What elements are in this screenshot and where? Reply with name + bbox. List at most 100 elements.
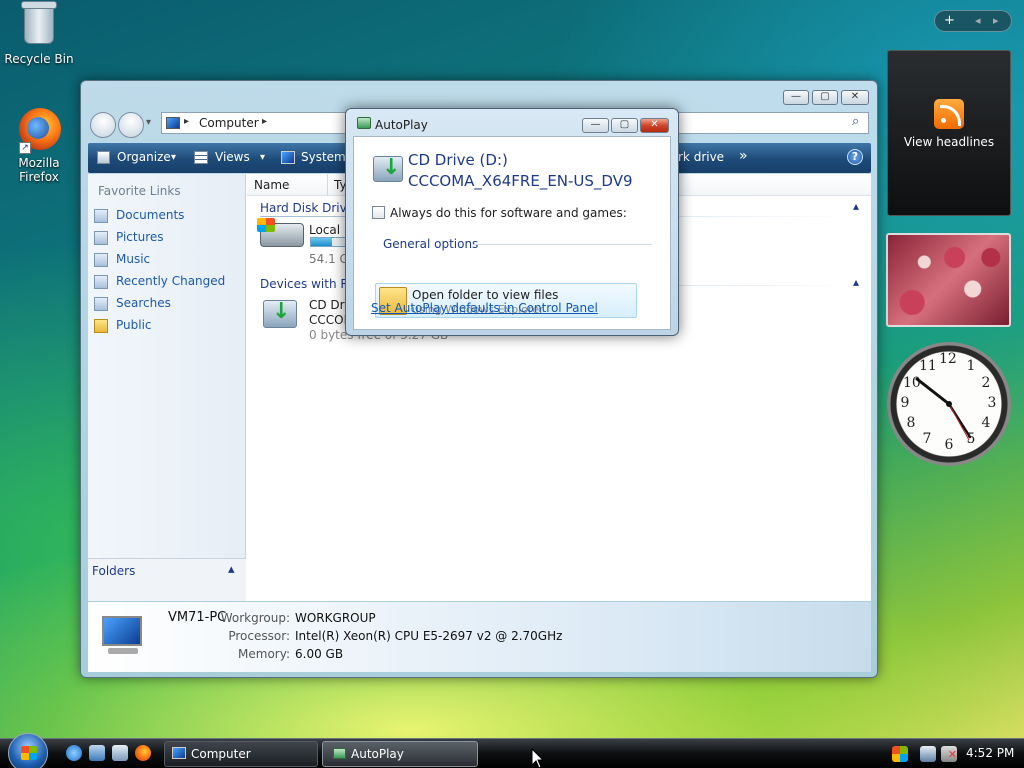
autoplay-icon: [333, 748, 346, 759]
music-icon: [94, 252, 108, 267]
nav-item-label: Recently Changed: [116, 274, 226, 288]
clock[interactable]: 4:52 PM: [966, 746, 1014, 760]
autoplay-dialog: AutoPlay — ▢ ✕ CD Drive (D:) CCCOMA_X64F…: [345, 108, 679, 336]
nav-item-pictures[interactable]: Pictures: [94, 230, 164, 245]
computer-icon: [166, 117, 180, 129]
views-dropdown-icon: ▾: [260, 152, 266, 163]
nav-item-documents[interactable]: Documents: [94, 208, 184, 223]
firefox-taskbar-icon[interactable]: [135, 745, 151, 761]
details-pane: VM71-PC Workgroup: WORKGROUP Processor: …: [88, 602, 871, 672]
autoplay-minimize-button[interactable]: —: [582, 118, 609, 133]
map-network-drive-button[interactable]: rk drive: [678, 150, 724, 164]
processor-label: Processor:: [228, 629, 290, 643]
autoplay-drive-name: CD Drive (D:): [408, 151, 508, 169]
network-icon[interactable]: [920, 746, 936, 762]
memory-value: 6.00 GB: [295, 647, 344, 661]
column-header-name[interactable]: Name: [254, 178, 289, 192]
taskbar: Computer AutoPlay ✕ 4:52 PM: [0, 733, 1024, 768]
cd-drive-icon[interactable]: [263, 299, 297, 328]
hard-disk-collapse-icon[interactable]: ▴: [853, 199, 859, 213]
back-button[interactable]: [90, 112, 116, 138]
explorer-maximize-button[interactable]: ▢: [812, 90, 838, 105]
firefox-label-line1: Mozilla: [18, 156, 60, 170]
folders-bar[interactable]: Folders ▴: [88, 558, 246, 601]
address-separator-2[interactable]: ▸: [262, 116, 267, 127]
sidebar-add-button[interactable]: +: [944, 13, 955, 28]
nav-item-public[interactable]: Public: [94, 318, 152, 333]
desktop-icon-recycle-bin[interactable]: Recycle Bin: [4, 1, 74, 66]
nav-item-label: Searches: [116, 296, 171, 310]
show-desktop-icon[interactable]: [89, 745, 105, 761]
sidebar-next-button[interactable]: ▸: [993, 14, 999, 27]
desktop-icon-firefox[interactable]: ↗ Mozilla Firefox: [4, 108, 74, 184]
documents-icon: [94, 208, 108, 223]
local-disk-icon[interactable]: [257, 218, 304, 247]
favorite-links-title: Favorite Links: [98, 184, 181, 198]
general-options-heading: General options: [383, 237, 479, 251]
taskbar-item-autoplay[interactable]: AutoPlay: [322, 741, 478, 767]
taskbar-item-computer[interactable]: Computer: [164, 741, 318, 767]
explorer-close-button[interactable]: ✕: [841, 90, 869, 105]
shortcut-arrow-icon: ↗: [19, 142, 31, 154]
sidebar-prev-button[interactable]: ◂: [975, 14, 981, 27]
always-do-this-label[interactable]: Always do this for software and games:: [390, 206, 627, 220]
autoplay-maximize-button[interactable]: ▢: [611, 118, 638, 133]
security-center-icon[interactable]: [892, 746, 908, 762]
explorer-minimize-button[interactable]: —: [783, 90, 809, 105]
nav-item-label: Public: [116, 318, 152, 332]
address-separator-1[interactable]: ▸: [184, 116, 189, 127]
sidebar-controls: + ◂ ▸: [934, 10, 1012, 32]
navigation-pane: Favorite Links Documents Pictures Music …: [88, 174, 246, 601]
more-commands-button[interactable]: »: [739, 148, 748, 164]
firefox-icon: ↗: [19, 108, 61, 154]
switch-windows-icon[interactable]: [112, 745, 128, 761]
recycle-bin-label: Recycle Bin: [4, 52, 74, 66]
recycle-bin-icon: [19, 1, 59, 48]
clock-hands: [915, 377, 972, 441]
nav-item-searches[interactable]: Searches: [94, 296, 171, 311]
folders-label: Folders: [92, 564, 136, 578]
mouse-cursor-icon: [531, 748, 545, 768]
section-divider: [474, 244, 652, 245]
internet-explorer-icon[interactable]: [66, 745, 82, 761]
removable-collapse-icon[interactable]: ▴: [853, 275, 859, 289]
rss-feed-icon: [934, 99, 964, 129]
feed-headlines-gadget[interactable]: View headlines: [887, 50, 1011, 216]
volume-muted-icon[interactable]: ✕: [941, 746, 957, 762]
notification-area: ✕ 4:52 PM: [886, 741, 1024, 767]
address-path[interactable]: Computer: [199, 116, 259, 130]
views-icon: [194, 151, 208, 164]
start-button[interactable]: [8, 733, 48, 768]
slideshow-gadget[interactable]: [886, 233, 1011, 327]
organize-dropdown-icon: ▾: [171, 152, 177, 163]
autoplay-title: AutoPlay: [375, 118, 428, 132]
nav-item-label: Documents: [116, 208, 185, 222]
computer-icon: [172, 747, 186, 759]
cd-drive-icon: [373, 155, 403, 182]
autoplay-drive-label: CCCOMA_X64FRE_EN-US_DV9: [408, 172, 633, 190]
feed-gadget-label: View headlines: [903, 135, 995, 149]
help-icon[interactable]: ?: [847, 149, 863, 165]
firefox-label-line2: Firefox: [19, 170, 59, 184]
taskbar-item-label: AutoPlay: [351, 747, 404, 761]
organize-button[interactable]: Organize: [117, 150, 171, 164]
recent-pages-dropdown[interactable]: ▾: [146, 117, 151, 128]
column-divider: [327, 174, 328, 196]
nav-item-music[interactable]: Music: [94, 252, 150, 267]
autoplay-close-button[interactable]: ✕: [640, 118, 669, 133]
searches-icon: [94, 296, 108, 311]
autoplay-title-icon: [357, 117, 371, 129]
local-disk-usage-bar: [310, 237, 350, 247]
views-button[interactable]: Views: [215, 150, 250, 164]
always-do-this-checkbox[interactable]: [372, 206, 385, 219]
workgroup-value: WORKGROUP: [295, 611, 376, 625]
forward-button[interactable]: [118, 112, 144, 138]
recently-changed-icon: [94, 274, 108, 289]
search-icon[interactable]: ⌕: [852, 114, 859, 129]
memory-label: Memory:: [238, 647, 290, 661]
autoplay-body: CD Drive (D:) CCCOMA_X64FRE_EN-US_DV9 Al…: [353, 136, 671, 330]
open-folder-title: Open folder to view files: [412, 288, 559, 302]
nav-item-recently-changed[interactable]: Recently Changed: [94, 274, 225, 289]
chevron-up-icon[interactable]: ▴: [228, 562, 235, 577]
autoplay-defaults-link[interactable]: Set AutoPlay defaults in Control Panel: [371, 301, 598, 315]
